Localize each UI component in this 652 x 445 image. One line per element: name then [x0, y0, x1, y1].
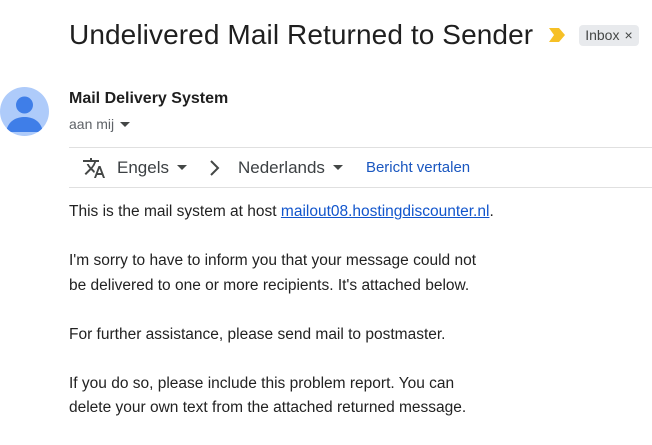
body-text: For further assistance, please send mail… [69, 325, 446, 343]
body-text: delete your own text from the attached r… [69, 399, 467, 416]
label-chip-inbox[interactable]: Inbox × [579, 24, 639, 46]
body-text: I'm sorry to have to inform you that you… [69, 252, 477, 269]
target-language-label: Nederlands [237, 157, 325, 177]
source-language-select[interactable]: Engels [117, 158, 187, 178]
host-link[interactable]: mailout08.hostingdiscounter.nl [281, 203, 490, 220]
target-language-select[interactable]: Nederlands [238, 158, 343, 178]
message-body: This is the mail system at host mailout0… [69, 200, 629, 445]
translate-message-button[interactable]: Bericht vertalen [366, 159, 470, 176]
person-icon [6, 96, 43, 132]
body-text: If you do so, please include this proble… [69, 374, 455, 392]
chevron-right-icon [210, 159, 220, 176]
recipient-details[interactable]: aan mij [69, 116, 131, 132]
label-chip-text: Inbox [585, 26, 620, 43]
source-language-label: Engels [117, 157, 169, 177]
body-paragraph: This is the mail system at host mailout0… [69, 200, 629, 225]
avatar[interactable] [0, 87, 49, 136]
body-text: be delivered to one or more recipients. … [69, 276, 470, 294]
chevron-down-icon [332, 165, 343, 170]
body-paragraph: If you do so, please include this proble… [69, 372, 629, 421]
chevron-down-icon [176, 165, 187, 170]
translate-icon [83, 157, 105, 178]
translation-bar: Engels Nederlands Bericht vertalen [69, 147, 652, 188]
email-subject: Undelivered Mail Returned to Sender [69, 19, 534, 50]
chevron-down-icon[interactable] [120, 121, 131, 127]
importance-marker-icon[interactable] [549, 28, 566, 42]
body-paragraph: For further assistance, please send mail… [69, 323, 629, 348]
recipient-label: aan mij [69, 116, 115, 132]
body-paragraph: I'm sorry to have to inform you that you… [69, 249, 629, 298]
sender-name: Mail Delivery System [69, 90, 229, 107]
body-text: . [489, 203, 494, 220]
subject-row: Undelivered Mail Returned to Sender Inbo… [69, 14, 652, 56]
body-text: This is the mail system at host [69, 203, 281, 220]
close-icon[interactable]: × [624, 27, 632, 43]
